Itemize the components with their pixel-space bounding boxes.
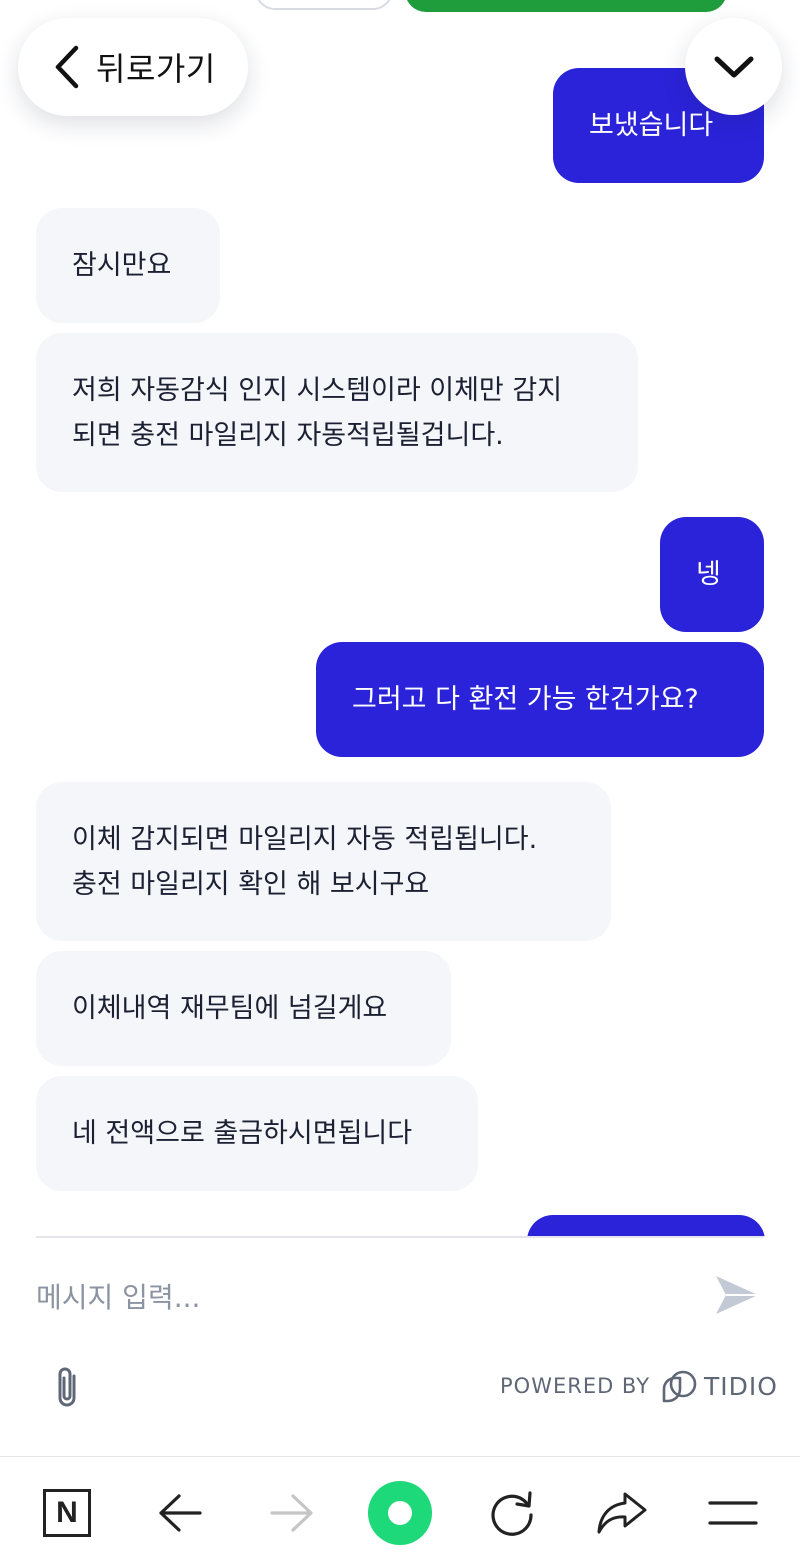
browser-forward-button[interactable] [262,1457,322,1567]
tidio-brand: TIDIO [704,1371,778,1401]
powered-by-label: POWERED BY [500,1374,651,1398]
arrow-right-icon [270,1493,313,1532]
message-incoming: 이체 감지되면 마일리지 자동 적립됩니다. 충전 마일리지 확인 해 보시구요 [36,782,611,941]
message-text: 네 전액으로 출금하시면됩니다 [72,1118,413,1149]
message-incoming: 저희 자동감식 인지 시스템이라 이체만 감지 되면 충전 마일리지 자동적립될… [36,333,638,492]
message-text: 보냈습니다 [589,110,714,141]
tidio-logo-icon [662,1370,697,1403]
message-text-line: 이체 감지되면 마일리지 자동 적립됩니다. [72,824,538,855]
browser-toolbar: N [0,1456,800,1567]
send-icon[interactable] [712,1272,762,1318]
message-text-line: 저희 자동감식 인지 시스템이라 이체만 감지 [72,375,563,406]
browser-home-button[interactable] [367,1457,433,1567]
top-partial-button[interactable] [255,0,393,10]
message-incoming: 잠시만요 [36,208,220,323]
message-incoming: 네 전액으로 출금하시면됩니다 [36,1076,478,1191]
message-text-line: 충전 마일리지 확인 해 보시구요 [72,869,430,900]
chevron-down-icon [714,56,753,77]
naver-logo-icon: N [43,1488,91,1537]
back-button[interactable]: 뒤로가기 [18,18,248,116]
share-icon [597,1492,647,1533]
browser-back-button[interactable] [150,1457,210,1567]
composer-divider [36,1236,764,1238]
message-outgoing: 넹 [660,517,764,632]
home-icon [368,1480,432,1545]
menu-icon [708,1500,758,1525]
message-text-line: 되면 충전 마일리지 자동적립될겁니다. [72,420,504,451]
reload-icon [491,1490,533,1536]
browser-reload-button[interactable] [482,1457,542,1567]
back-button-label: 뒤로가기 [96,50,216,88]
paperclip-icon[interactable] [52,1364,82,1410]
top-partial-green-button[interactable] [405,0,727,12]
chevron-left-icon [55,45,79,89]
message-text: 이체내역 재무팀에 넘길게요 [72,993,388,1024]
browser-logo-button[interactable]: N [38,1457,96,1567]
arrow-left-icon [159,1493,202,1532]
message-outgoing-partial [527,1215,765,1236]
message-text: 그러고 다 환전 가능 한건가요? [352,684,699,715]
message-incoming: 이체내역 재무팀에 넘길게요 [36,951,451,1066]
message-text: 넹 [696,559,721,590]
message-input[interactable]: 메시지 입력... [36,1276,200,1316]
scroll-down-button[interactable] [685,18,782,115]
browser-share-button[interactable] [592,1457,652,1567]
message-list-clip [0,1200,800,1236]
message-text: 잠시만요 [72,250,172,281]
browser-menu-button[interactable] [706,1457,760,1567]
message-outgoing: 그러고 다 환전 가능 한건가요? [316,642,764,757]
powered-by-tidio[interactable]: POWERED BY TIDIO [500,1366,778,1406]
